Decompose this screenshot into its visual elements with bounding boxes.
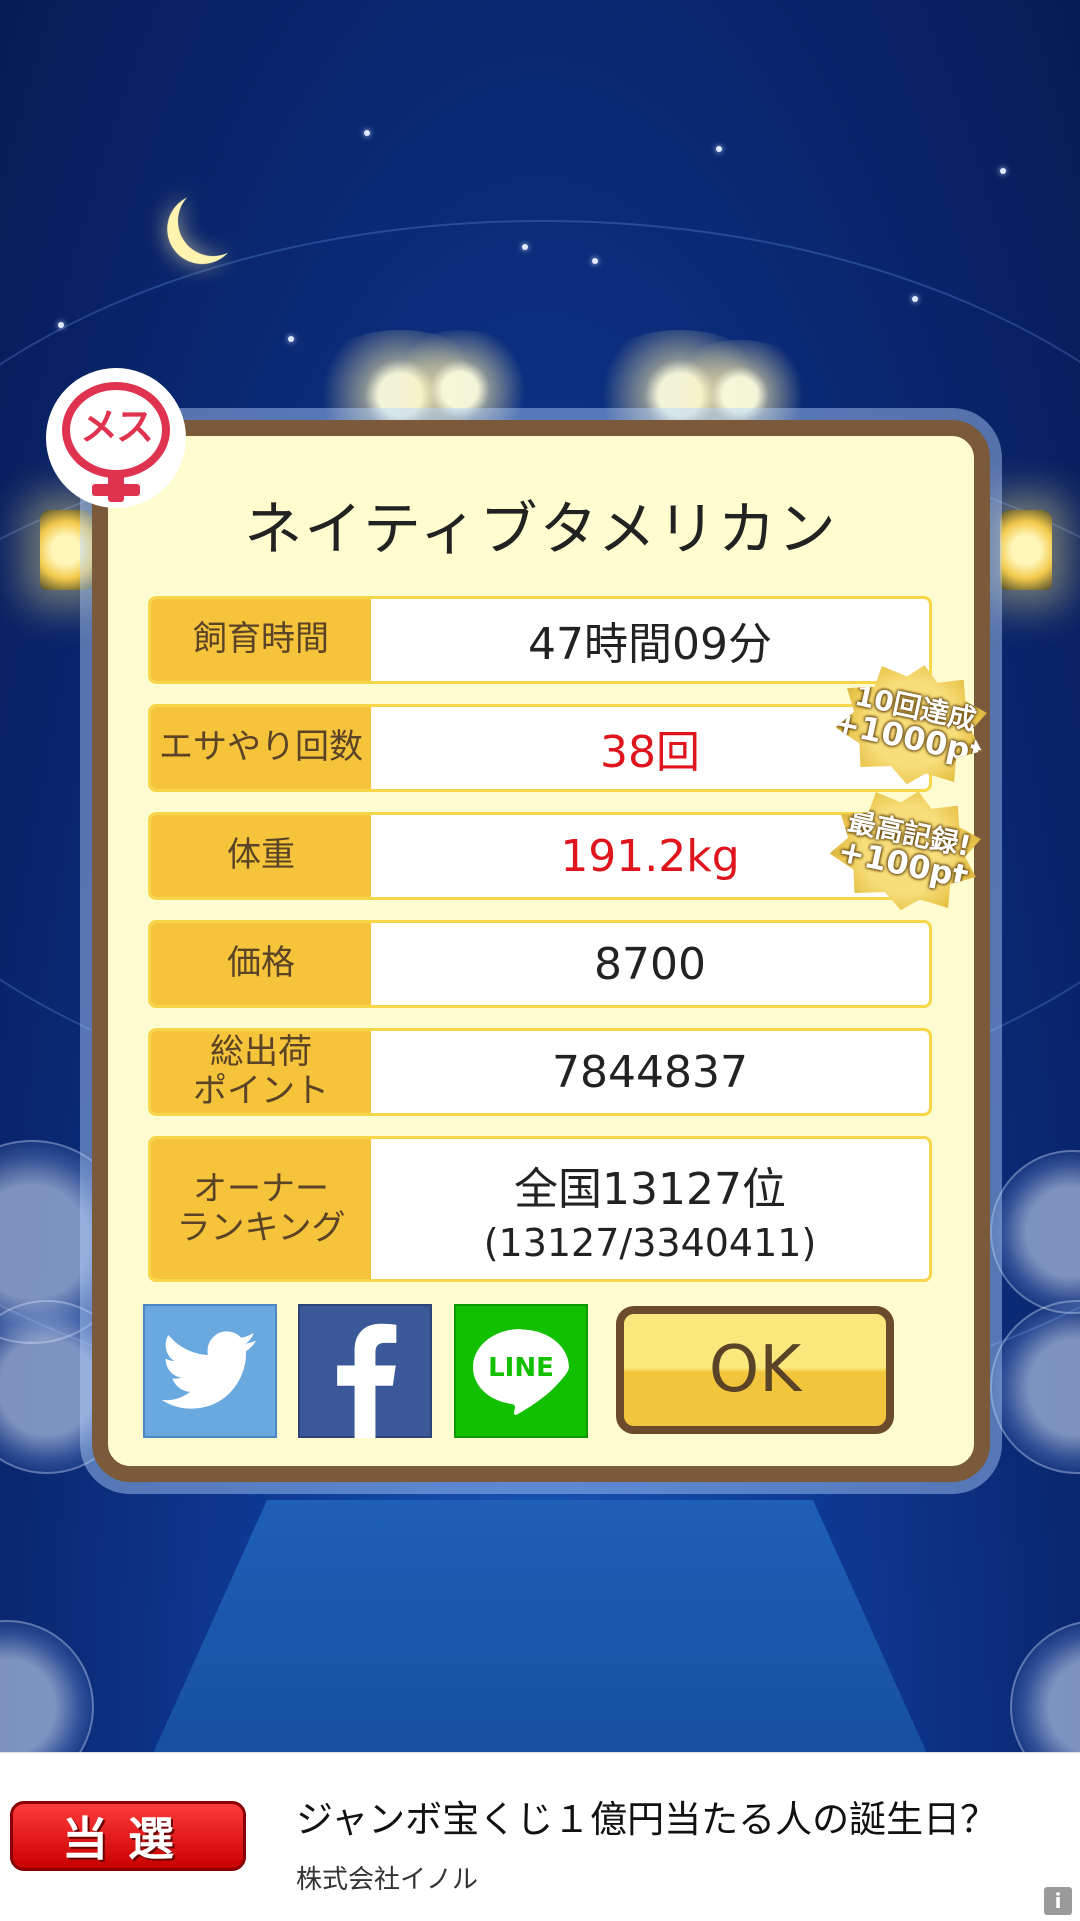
- twitter-bird-icon: [162, 1331, 257, 1409]
- ok-button[interactable]: OK: [616, 1306, 894, 1434]
- stat-label-line: オーナー: [192, 1168, 329, 1209]
- star: [364, 130, 370, 136]
- star: [716, 146, 722, 152]
- ranking-value: 全国13127位: [514, 1164, 786, 1215]
- moon-icon: [172, 180, 253, 261]
- stat-label: 価格: [151, 923, 371, 1005]
- ad-info-icon[interactable]: i: [1044, 1887, 1072, 1915]
- facebook-f-icon: [337, 1323, 397, 1438]
- street-lamp-icon: [1000, 510, 1052, 590]
- ranking-detail: (13127/3340411): [483, 1221, 817, 1265]
- stat-value: 8700: [594, 938, 706, 990]
- line-label: LINE: [488, 1353, 554, 1383]
- stat-label: エサやり回数: [151, 707, 371, 789]
- star: [58, 322, 64, 328]
- female-badge-icon: メス: [52, 374, 180, 502]
- stat-row-weight: 体重 191.2kg: [148, 812, 932, 900]
- stat-value: 全国13127位 (13127/3340411): [371, 1139, 929, 1279]
- facebook-share-button[interactable]: [298, 1304, 432, 1438]
- ad-title[interactable]: ジャンボ宝くじ１億円当たる人の誕生日？: [296, 1789, 997, 1843]
- stat-row-shipping-points: 総出荷 ポイント 7844837: [148, 1028, 932, 1116]
- pig-name-title: ネイティブタメリカン: [244, 495, 838, 563]
- stat-row-owner-ranking: オーナー ランキング 全国13127位 (13127/3340411): [148, 1136, 932, 1282]
- stat-value: 47時間09分: [528, 619, 772, 670]
- stat-label: 飼育時間: [151, 599, 371, 681]
- ad-banner[interactable]: 当選 ジャンボ宝くじ１億円当たる人の誕生日？ 株式会社イノル i: [0, 1752, 1080, 1921]
- ad-sponsor: 株式会社イノル: [296, 1865, 479, 1895]
- star: [912, 296, 918, 302]
- stat-row-price: 価格 8700: [148, 920, 932, 1008]
- star: [288, 336, 294, 342]
- gender-label: メス: [79, 405, 154, 449]
- carpet-path: [150, 1500, 930, 1752]
- bokeh-light: [1010, 1620, 1080, 1752]
- stat-row-raising-time: 飼育時間 47時間09分: [148, 596, 932, 684]
- stat-label: 総出荷 ポイント: [151, 1031, 371, 1113]
- stat-label-line: 総出荷: [210, 1031, 312, 1072]
- stat-label: オーナー ランキング: [151, 1139, 371, 1279]
- stat-label-line: ポイント: [193, 1071, 329, 1111]
- stat-label-line: ランキング: [176, 1208, 346, 1248]
- street-lamp-icon: [40, 510, 92, 590]
- stat-value: 7844837: [552, 1046, 748, 1098]
- stat-row-feed-count: エサやり回数 38回: [148, 704, 932, 792]
- female-symbol-bar: [92, 484, 140, 496]
- ad-logo[interactable]: 当選: [10, 1801, 246, 1871]
- line-share-button[interactable]: LINE: [454, 1304, 588, 1438]
- twitter-share-button[interactable]: [143, 1304, 277, 1438]
- star: [1000, 168, 1006, 174]
- stat-label: 体重: [151, 815, 371, 897]
- star: [522, 244, 528, 250]
- bokeh-light: [0, 1620, 94, 1752]
- star: [592, 258, 598, 264]
